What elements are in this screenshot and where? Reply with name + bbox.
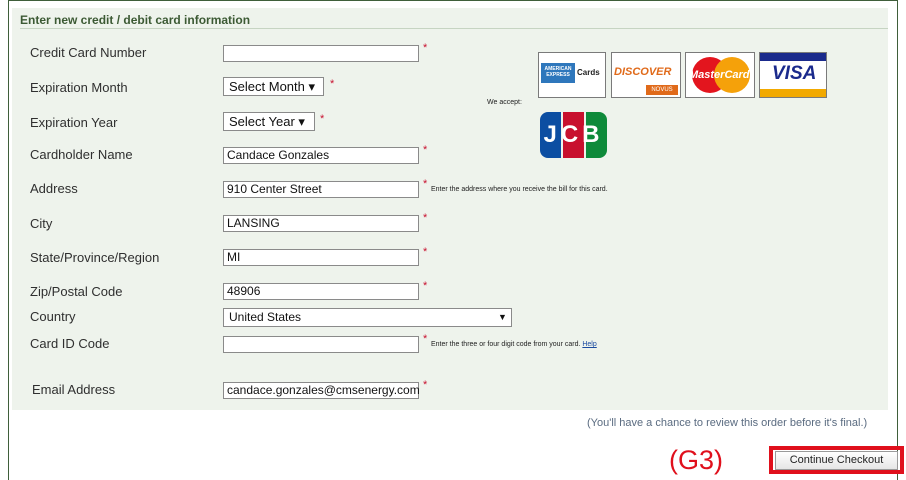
we-accept-label: We accept: bbox=[487, 99, 522, 106]
required-mark: * bbox=[423, 280, 428, 292]
required-mark: * bbox=[423, 379, 428, 391]
required-mark: * bbox=[423, 144, 428, 156]
card-number-label: Credit Card Number bbox=[30, 45, 147, 60]
amex-logo: AMERICAN EXPRESS Cards bbox=[538, 52, 606, 98]
card-number-input[interactable] bbox=[223, 45, 419, 62]
zip-label: Zip/Postal Code bbox=[30, 284, 123, 299]
help-link[interactable]: Help bbox=[582, 341, 596, 348]
required-mark: * bbox=[330, 78, 335, 90]
visa-top-band bbox=[760, 53, 826, 61]
required-mark: * bbox=[423, 42, 428, 54]
email-label: Email Address bbox=[32, 382, 116, 397]
visa-bottom-band bbox=[760, 89, 826, 97]
cardholder-label: Cardholder Name bbox=[30, 147, 133, 162]
exp-month-label: Expiration Month bbox=[30, 80, 128, 95]
card-id-hint: Enter the three or four digit code from … bbox=[431, 341, 597, 348]
card-form-panel bbox=[12, 8, 888, 410]
card-id-hint-text: Enter the three or four digit code from … bbox=[431, 341, 581, 348]
required-mark: * bbox=[423, 333, 428, 345]
amex-suffix: Cards bbox=[577, 68, 600, 77]
novus-mark: NOVUS bbox=[646, 85, 678, 95]
zip-input[interactable]: 48906 bbox=[223, 283, 419, 300]
required-mark: * bbox=[423, 212, 428, 224]
country-select[interactable]: United States bbox=[223, 308, 512, 327]
address-hint: Enter the address where you receive the … bbox=[431, 186, 608, 193]
jcb-text: JCB bbox=[543, 121, 604, 148]
visa-logo: VISA bbox=[759, 52, 827, 98]
required-mark: * bbox=[423, 178, 428, 190]
jcb-logo: JCB bbox=[540, 112, 608, 158]
required-mark: * bbox=[320, 113, 325, 125]
state-input[interactable]: MI bbox=[223, 249, 419, 266]
required-mark: * bbox=[423, 246, 428, 258]
address-label: Address bbox=[30, 181, 78, 196]
review-note: (You'll have a chance to review this ord… bbox=[587, 417, 868, 429]
discover-logo: DISCOVER NOVUS bbox=[611, 52, 681, 98]
exp-month-select[interactable]: Select Month ▾ bbox=[223, 77, 324, 96]
form-title: Enter new credit / debit card informatio… bbox=[20, 13, 251, 27]
email-input[interactable]: candace.gonzales@cmsenergy.com bbox=[223, 382, 420, 399]
amex-mark: AMERICAN EXPRESS bbox=[541, 63, 575, 83]
city-label: City bbox=[30, 216, 53, 231]
card-id-input[interactable] bbox=[223, 336, 419, 353]
exp-year-label: Expiration Year bbox=[30, 115, 118, 130]
discover-mark: DISCOVER bbox=[614, 66, 672, 78]
exp-year-select[interactable]: Select Year ▾ bbox=[223, 112, 315, 131]
visa-text: VISA bbox=[772, 63, 817, 84]
card-id-label: Card ID Code bbox=[30, 336, 110, 351]
state-label: State/Province/Region bbox=[30, 250, 160, 265]
annotation-label: (G3) bbox=[669, 445, 723, 475]
title-divider bbox=[20, 28, 888, 29]
address-input[interactable]: 910 Center Street bbox=[223, 181, 419, 198]
country-label: Country bbox=[30, 309, 76, 324]
mastercard-text: MasterCard bbox=[689, 69, 750, 81]
cardholder-input[interactable]: Candace Gonzales bbox=[223, 147, 419, 164]
mastercard-logo: MasterCard bbox=[685, 52, 755, 98]
city-input[interactable]: LANSING bbox=[223, 215, 419, 232]
chevron-down-icon[interactable]: ▼ bbox=[498, 312, 507, 322]
continue-checkout-button[interactable]: Continue Checkout bbox=[775, 451, 898, 470]
